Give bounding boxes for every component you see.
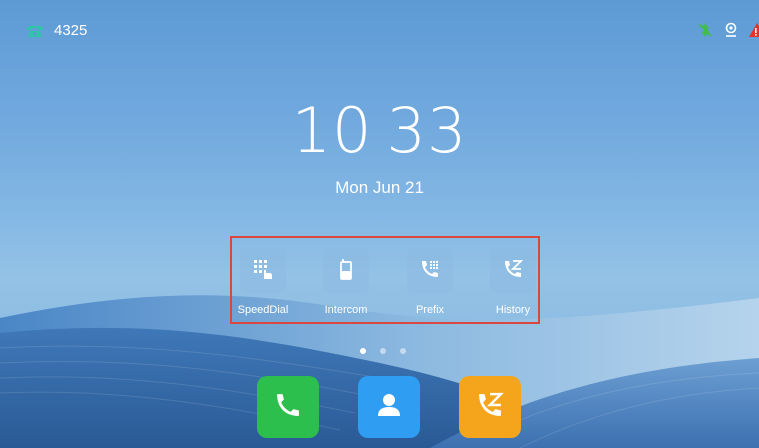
app-intercom-tile[interactable] [323, 248, 369, 294]
intercom-icon [335, 258, 357, 285]
page-indicator [360, 348, 406, 354]
bluetooth-off-icon[interactable] [697, 22, 713, 43]
prefix-icon [419, 258, 441, 285]
page-dot[interactable] [380, 348, 386, 354]
page-dot[interactable] [360, 348, 366, 354]
app-history-tile[interactable] [490, 248, 536, 294]
clock-hours: 10 [291, 94, 373, 167]
app-prefix[interactable]: Prefix [395, 248, 465, 316]
home-screen: 4325 10 33 Mon Jun 21 SpeedDial Intercom… [0, 0, 759, 448]
app-speeddial[interactable]: SpeedDial [228, 248, 298, 316]
app-intercom-label: Intercom [324, 304, 368, 316]
app-history[interactable]: History [478, 248, 548, 316]
dock-history-button[interactable] [459, 376, 521, 438]
status-icons [697, 22, 759, 43]
dock-contacts-button[interactable] [358, 376, 420, 438]
history-icon [502, 258, 524, 285]
app-speeddial-tile[interactable] [240, 248, 286, 294]
dock-phone-button[interactable] [257, 376, 319, 438]
app-intercom[interactable]: Intercom [311, 248, 381, 316]
contact-icon [374, 390, 404, 425]
app-prefix-tile[interactable] [407, 248, 453, 294]
clock-time: 10 33 [0, 94, 759, 167]
app-history-label: History [495, 304, 531, 316]
voicemail-location-icon[interactable] [723, 22, 739, 43]
extension-number: 4325 [54, 22, 88, 39]
phone-icon [273, 390, 303, 425]
app-speeddial-label: SpeedDial [237, 304, 289, 316]
page-dot[interactable] [400, 348, 406, 354]
extension-indicator: 4325 [26, 22, 87, 39]
app-prefix-label: Prefix [415, 304, 445, 316]
history-icon [475, 390, 505, 425]
speed-dial-icon [252, 258, 274, 285]
clock-date: Mon Jun 21 [335, 178, 424, 197]
warning-icon[interactable] [749, 22, 759, 43]
status-bar: 4325 [0, 0, 759, 40]
phone-line-icon [26, 24, 44, 38]
clock-minutes: 33 [386, 94, 468, 167]
